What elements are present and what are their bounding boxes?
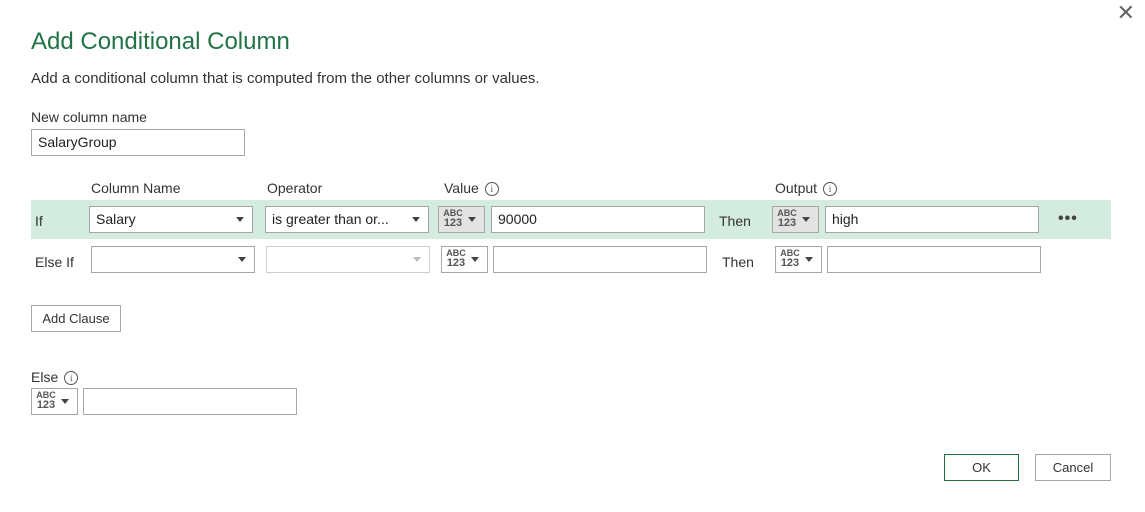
dialog-subtitle: Add a conditional column that is compute… (31, 70, 540, 87)
else-if-column-select[interactable] (91, 246, 255, 273)
if-value-type-button[interactable]: ABC 123 (438, 206, 485, 233)
if-output-type-button[interactable]: ABC 123 (772, 206, 819, 233)
else-label: Else (31, 369, 59, 385)
abc-123-icon: ABC 123 (442, 209, 464, 229)
type-glyph-bottom: 123 (446, 257, 466, 269)
else-if-label: Else If (35, 254, 74, 270)
abc-123-icon: ABC 123 (445, 249, 467, 269)
chevron-down-icon (802, 217, 810, 222)
cancel-button[interactable]: Cancel (1035, 454, 1111, 481)
if-value-input[interactable]: 90000 (491, 206, 705, 233)
abc-123-icon: ABC 123 (35, 391, 57, 411)
output-header: Output i (775, 180, 838, 197)
chevron-down-icon (468, 217, 476, 222)
info-icon[interactable]: i (64, 371, 79, 386)
if-label: If (35, 213, 43, 229)
type-glyph-bottom: 123 (36, 399, 56, 411)
chevron-down-icon (236, 217, 244, 222)
else-if-value-input[interactable] (493, 246, 707, 273)
value-header: Value i (444, 180, 499, 197)
abc-123-icon: ABC 123 (776, 209, 798, 229)
abc-123-icon: ABC 123 (779, 249, 801, 269)
new-column-name-label: New column name (31, 109, 147, 125)
chevron-down-icon (61, 399, 69, 404)
add-clause-button[interactable]: Add Clause (31, 305, 121, 332)
column-name-header: Column Name (91, 180, 181, 196)
more-options-icon[interactable]: ••• (1058, 210, 1078, 228)
else-if-output-input[interactable] (827, 246, 1041, 273)
chevron-down-icon (238, 257, 246, 262)
close-button[interactable]: ✕ (1117, 2, 1135, 24)
if-then-label: Then (719, 213, 751, 229)
else-if-output-type-button[interactable]: ABC 123 (775, 246, 822, 273)
if-operator-select[interactable]: is greater than or... (265, 206, 429, 233)
type-glyph-bottom: 123 (777, 217, 797, 229)
chevron-down-icon (413, 257, 421, 262)
else-value-input[interactable] (83, 388, 297, 415)
chevron-down-icon (412, 217, 420, 222)
value-header-label: Value (444, 180, 479, 196)
if-operator-value: is greater than or... (272, 211, 389, 227)
dialog-title: Add Conditional Column (31, 28, 290, 55)
type-glyph-bottom: 123 (443, 217, 463, 229)
else-if-then-label: Then (722, 254, 754, 270)
else-if-operator-select[interactable] (266, 246, 430, 273)
chevron-down-icon (805, 257, 813, 262)
if-column-value: Salary (96, 211, 136, 227)
else-label-group: Else i (31, 369, 79, 386)
new-column-name-input[interactable]: SalaryGroup (31, 129, 245, 156)
else-if-value-type-button[interactable]: ABC 123 (441, 246, 488, 273)
info-icon[interactable]: i (823, 182, 838, 197)
output-header-label: Output (775, 180, 818, 196)
close-icon: ✕ (1116, 0, 1135, 25)
else-type-button[interactable]: ABC 123 (31, 388, 78, 415)
if-output-input[interactable]: high (825, 206, 1039, 233)
operator-header: Operator (267, 180, 323, 196)
chevron-down-icon (471, 257, 479, 262)
if-column-select[interactable]: Salary (89, 206, 253, 233)
ok-button[interactable]: OK (944, 454, 1019, 481)
type-glyph-bottom: 123 (780, 257, 800, 269)
info-icon[interactable]: i (484, 182, 499, 197)
